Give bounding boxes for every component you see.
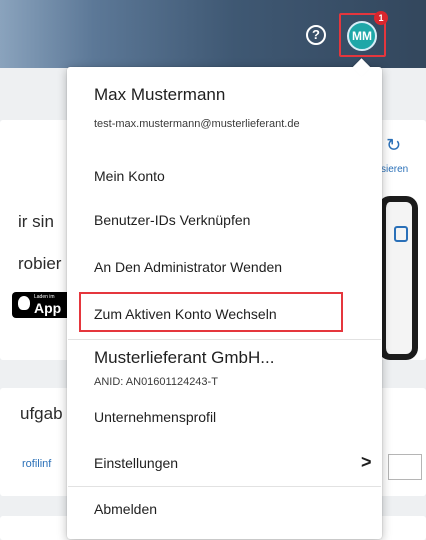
phone-screen-icon xyxy=(394,226,408,242)
background-text-2: robier xyxy=(18,254,62,273)
menu-item-mein-konto[interactable]: Mein Konto xyxy=(94,168,165,184)
menu-item-settings[interactable]: Einstellungen xyxy=(94,455,178,471)
menu-item-contact-admin[interactable]: An Den Administrator Wenden xyxy=(94,259,282,275)
background-text-1: ir sin xyxy=(18,212,54,231)
menu-divider xyxy=(68,339,381,340)
help-icon[interactable]: ? xyxy=(306,25,326,45)
menu-item-link-user-ids[interactable]: Benutzer-IDs Verknüpfen xyxy=(94,212,250,228)
refresh-icon[interactable]: ↻ xyxy=(386,135,401,156)
background-text-3: ufgab xyxy=(20,404,63,423)
apple-icon xyxy=(18,296,30,310)
background-input[interactable] xyxy=(388,454,422,480)
menu-item-switch-active-account[interactable]: Zum Aktiven Konto Wechseln xyxy=(94,306,277,322)
menu-divider xyxy=(68,486,381,487)
background-action-link[interactable]: sieren xyxy=(381,164,408,175)
page: ? MM 1 ir sin robier Laden im App ufgab … xyxy=(0,0,426,540)
user-email: test-max.mustermann@musterlieferant.de xyxy=(94,118,300,130)
app-store-label: App xyxy=(34,300,62,316)
menu-item-company-profile[interactable]: Unternehmensprofil xyxy=(94,409,216,425)
phone-illustration xyxy=(378,196,418,360)
app-store-badge[interactable]: Laden im App xyxy=(12,292,72,318)
notification-badge: 1 xyxy=(374,11,388,25)
company-anid: ANID: AN01601124243-T xyxy=(94,376,218,388)
background-profile-link[interactable]: rofilinf xyxy=(22,458,51,470)
shell-header: ? MM 1 xyxy=(0,0,426,68)
menu-item-logout[interactable]: Abmelden xyxy=(94,501,157,517)
chevron-right-icon[interactable]: > xyxy=(361,452,372,473)
user-avatar-button[interactable]: MM xyxy=(347,21,377,51)
user-name: Max Mustermann xyxy=(94,85,226,104)
company-name: Musterlieferant GmbH... xyxy=(94,348,275,367)
